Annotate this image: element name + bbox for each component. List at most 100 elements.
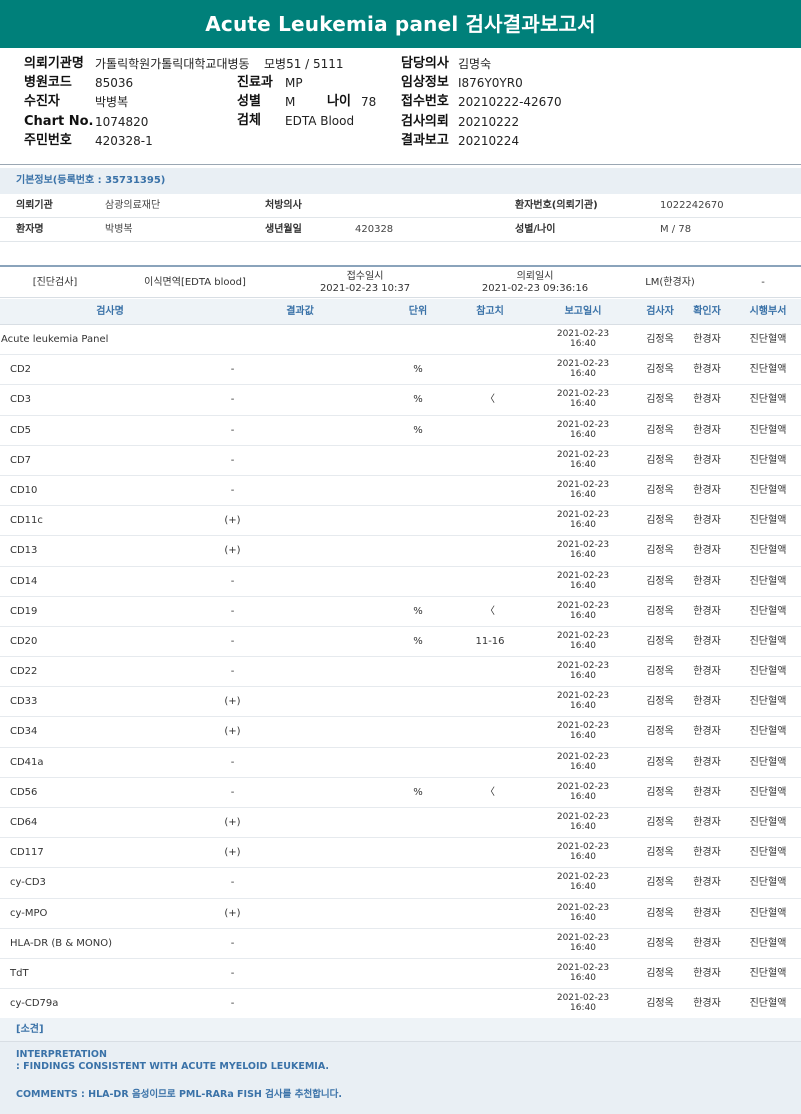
department-cell: 진단혈액 [749, 967, 787, 979]
ward-value: 모병51 / 5111 [264, 57, 344, 71]
report-date: 2021-02-23 [556, 419, 610, 430]
report-date: 2021-02-23 [556, 389, 610, 400]
org-label: 의뢰기관 [16, 200, 53, 211]
unit-cell: % [413, 786, 423, 798]
checker-cell: 한경자 [693, 484, 721, 496]
table-row: CD34 (+) 2021-02-23 16:40 김정옥 한경자 진단혈액 [0, 717, 801, 748]
info-dash: - [761, 277, 765, 288]
report-date: 2021-02-23 [556, 902, 610, 913]
test-name-cell: HLA-DR (B & MONO) [10, 937, 113, 949]
reference-cell [455, 416, 525, 446]
tester-cell: 김정옥 [646, 515, 674, 527]
hospital-code-label: 병원코드 [24, 75, 72, 90]
sex-value: M [285, 95, 296, 109]
department-cell: 진단혈액 [749, 484, 787, 496]
table-row: CD3 -% 〈 2021-02-23 16:40 김정옥 한경자 진단혈액 [0, 385, 801, 416]
reference-cell: 〈 [485, 605, 495, 617]
report-time: 16:40 [570, 761, 596, 772]
checker-cell: 한경자 [693, 696, 721, 708]
tester-cell: 김정옥 [646, 575, 674, 587]
unit-cell: % [413, 394, 423, 406]
result-cell: - [230, 998, 235, 1010]
result-cell: - [230, 424, 235, 436]
receipt-time: 2021-02-23 10:37 [319, 283, 411, 294]
patient-value: 박병복 [95, 95, 129, 109]
test-name-cell: cy-CD79a [10, 998, 59, 1010]
dept-value: MP [285, 76, 303, 90]
tester-cell: 김정옥 [646, 364, 674, 376]
table-row: CD10 - 2021-02-23 16:40 김정옥 한경자 진단혈액 [0, 476, 801, 507]
reference-cell [455, 929, 525, 959]
table-row: CD13 (+) 2021-02-23 16:40 김정옥 한경자 진단혈액 [0, 536, 801, 567]
receipt-value: 20210222-42670 [458, 95, 562, 109]
sex-age-value: M / 78 [660, 224, 692, 235]
report-time: 16:40 [570, 429, 596, 440]
report-date: 2021-02-23 [556, 781, 610, 792]
reference-cell [455, 476, 525, 506]
sex-age-label: 성별/나이 [515, 224, 556, 235]
checker-cell: 한경자 [693, 847, 721, 859]
doctor-value: 김명숙 [458, 57, 492, 71]
col-reference: 참고치 [476, 306, 504, 317]
unit-cell [398, 808, 438, 838]
tester-cell: 김정옥 [646, 545, 674, 557]
clinical-value: I876Y0YR0 [458, 76, 523, 90]
table-row: CD7 - 2021-02-23 16:40 김정옥 한경자 진단혈액 [0, 446, 801, 476]
reference-cell: 〈 [485, 394, 495, 406]
result-cell: (+) [224, 696, 241, 708]
test-name-cell: CD117 [10, 847, 44, 859]
result-cell: (+) [224, 847, 241, 859]
report-date: 2021-02-23 [556, 510, 610, 521]
basic-info-row: 환자명 박병복 생년월일 420328 성별/나이 M / 78 [0, 218, 801, 242]
test-name-cell: CD2 [10, 364, 32, 376]
report-date: 2021-02-23 [556, 872, 610, 883]
report-time: 16:40 [570, 399, 596, 410]
results-table-header: 검사명 결과값 단위 참고치 보고일시 검사자 확인자 시행부서 [0, 299, 801, 325]
checker-cell: 한경자 [693, 394, 721, 406]
report-time: 16:40 [570, 701, 596, 712]
report-header: 의뢰기관명 가톨릭학원가톨릭대학교대병동 모병51 / 5111 담당의사 김명… [0, 48, 801, 164]
reference-cell [455, 748, 525, 778]
test-name-cell: CD19 [10, 605, 38, 617]
report-time: 16:40 [570, 550, 596, 561]
report-date: 2021-02-23 [556, 993, 610, 1004]
department-cell: 진단혈액 [749, 635, 787, 647]
report-date: 2021-02-23 [556, 721, 610, 732]
test-name-cell: cy-MPO [10, 907, 48, 919]
checker-cell: 한경자 [693, 877, 721, 889]
department-cell: 진단혈액 [749, 666, 787, 678]
age-value: 78 [361, 95, 377, 109]
opinion-section: INTERPRETATION : FINDINGS CONSISTENT WIT… [0, 1042, 801, 1114]
table-row: CD33 (+) 2021-02-23 16:40 김정옥 한경자 진단혈액 [0, 687, 801, 718]
department-cell: 진단혈액 [749, 696, 787, 708]
result-cell: (+) [224, 817, 241, 828]
reference-cell [455, 506, 525, 536]
department-cell: 진단혈액 [749, 786, 787, 798]
unit-cell [398, 959, 438, 989]
report-date: 2021-02-23 [556, 661, 610, 672]
result-cell: (+) [224, 545, 241, 557]
report-date: 2021-02-23 [556, 479, 610, 490]
tester-cell: 김정옥 [646, 605, 674, 617]
unit-cell [398, 476, 438, 506]
rrn-label: 주민번호 [24, 133, 72, 148]
unit-cell: % [413, 364, 423, 376]
unit-cell [398, 325, 438, 355]
table-row: Acute leukemia Panel 2021-02-23 16:40 김정옥 한경… [0, 325, 801, 356]
reference-cell [455, 989, 525, 1019]
result-cell: - [230, 454, 235, 466]
table-row: TdT - 2021-02-23 16:40 김정옥 한경자 진단혈액 [0, 959, 801, 990]
table-row: cy-CD79a - 2021-02-23 16:40 김정옥 한경자 진단혈액 [0, 989, 801, 1020]
result-cell: - [230, 605, 235, 617]
result-cell: - [230, 786, 235, 798]
rrn-value: 420328-1 [95, 134, 153, 148]
report-date: 2021-02-23 [556, 962, 610, 973]
org-value: 삼광의료재단 [105, 200, 161, 211]
department-cell: 진단혈액 [749, 575, 787, 587]
report-date: 2021-02-23 [556, 359, 610, 370]
tester-cell: 김정옥 [646, 696, 674, 708]
reference-cell [455, 355, 525, 385]
test-name-cell: CD56 [10, 786, 38, 798]
report-date: 2021-02-23 [556, 932, 610, 943]
test-name-cell: CD33 [10, 696, 38, 708]
